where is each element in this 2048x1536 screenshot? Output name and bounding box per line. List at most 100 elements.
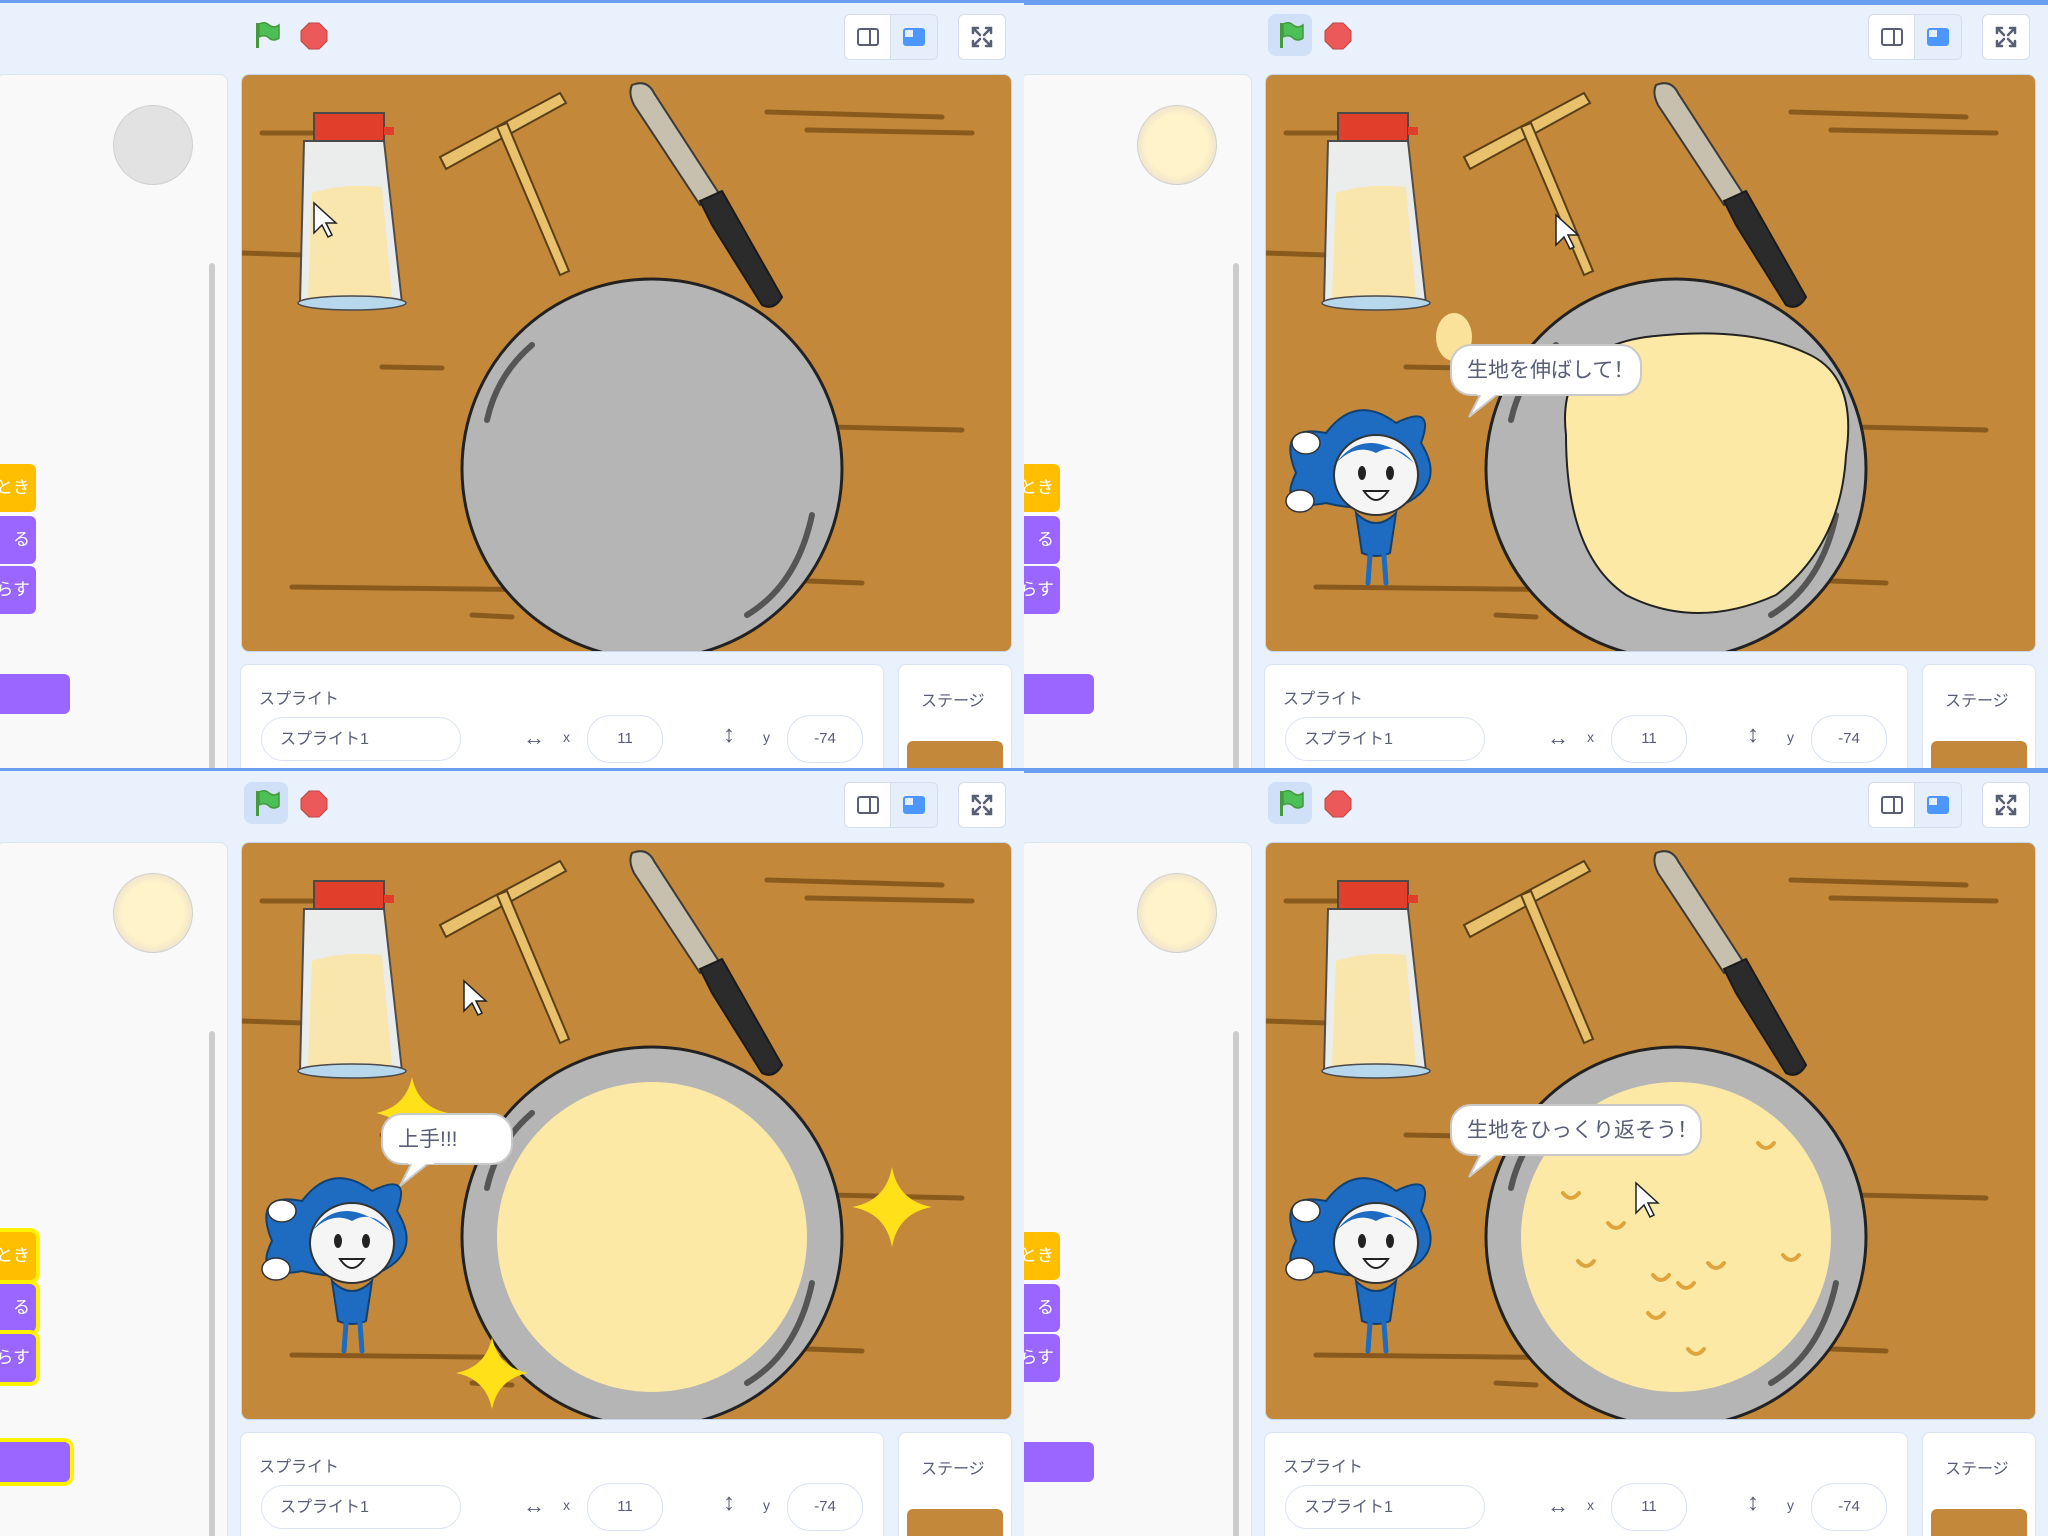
stage-selector-panel[interactable]: ステージ: [898, 664, 1012, 768]
looks-block-3[interactable]: [1024, 1442, 1094, 1482]
stop-icon: [300, 790, 328, 818]
y-position-field[interactable]: -74: [787, 715, 863, 763]
normal-stage-button[interactable]: [890, 14, 938, 60]
looks-block[interactable]: る: [0, 516, 36, 564]
sprite-info-panel: スプライト スプライト1 ↔ x 11 ↕ y -74: [1264, 1432, 1908, 1536]
green-flag-button[interactable]: [1268, 782, 1312, 824]
stage-scene: [242, 75, 1011, 651]
y-label: y: [763, 729, 770, 745]
y-position-field[interactable]: -74: [787, 1483, 863, 1531]
fullscreen-icon: [1995, 794, 2017, 816]
normal-stage-button[interactable]: [1914, 14, 1962, 60]
normal-stage-button[interactable]: [890, 782, 938, 828]
event-block[interactable]: とき: [0, 464, 36, 512]
vertical-arrow-icon: ↕: [1747, 721, 1759, 748]
fullscreen-button[interactable]: [1982, 14, 2030, 60]
green-flag-button[interactable]: [244, 14, 288, 56]
menu-bar-edge: [0, 768, 1024, 771]
costume-thumbnail[interactable]: [1137, 105, 1217, 185]
fullscreen-icon: [971, 794, 993, 816]
code-area-scrollbar[interactable]: [1233, 263, 1239, 768]
looks-block[interactable]: る: [0, 1284, 36, 1332]
green-flag-icon: [1280, 789, 1304, 816]
small-stage-icon: [857, 796, 879, 814]
sprite-name-field[interactable]: スプライト1: [261, 1485, 461, 1529]
wood-grain: [379, 364, 445, 371]
stop-button[interactable]: [1322, 20, 1354, 52]
x-position-field[interactable]: 11: [587, 1483, 663, 1531]
x-position-field[interactable]: 11: [1611, 1483, 1687, 1531]
looks-block-2[interactable]: らす: [1024, 566, 1060, 614]
stage-toolbar: [1260, 8, 2040, 64]
normal-stage-icon: [903, 796, 925, 814]
costume-thumbnail[interactable]: [113, 105, 193, 185]
horizontal-arrow-icon: ↔: [523, 725, 545, 750]
vertical-arrow-icon: ↕: [723, 1489, 735, 1516]
stage-thumbnail[interactable]: [907, 741, 1003, 768]
green-flag-icon: [256, 21, 280, 48]
stage-canvas[interactable]: 生地を伸ばして！: [1265, 74, 2036, 652]
looks-block-3[interactable]: [0, 674, 70, 714]
stop-button[interactable]: [298, 788, 330, 820]
sprite-name-field[interactable]: スプライト1: [1285, 717, 1485, 761]
stage-selector-panel[interactable]: ステージ: [1922, 1432, 2036, 1536]
looks-block-3[interactable]: [0, 1442, 70, 1482]
event-block[interactable]: とき: [1024, 1232, 1060, 1280]
stop-icon: [1324, 22, 1352, 50]
stage-toolbar: [236, 776, 1016, 832]
stop-button[interactable]: [1322, 788, 1354, 820]
stage-canvas[interactable]: 生地をひっくり返そう！: [1265, 842, 2036, 1420]
costume-thumbnail[interactable]: [1137, 873, 1217, 953]
x-position-field[interactable]: 11: [587, 715, 663, 763]
looks-block-2[interactable]: らす: [0, 566, 36, 614]
looks-block[interactable]: る: [1024, 516, 1060, 564]
code-area-scrollbar[interactable]: [1233, 1031, 1239, 1536]
stage-canvas[interactable]: [241, 74, 1012, 652]
x-label: x: [1587, 1497, 1594, 1513]
costume-thumbnail[interactable]: [113, 873, 193, 953]
menu-bar-edge: [0, 0, 1024, 3]
small-stage-button[interactable]: [1868, 782, 1916, 828]
stage-thumbnail[interactable]: [1931, 741, 2027, 768]
small-stage-button[interactable]: [1868, 14, 1916, 60]
looks-block-2[interactable]: らす: [0, 1334, 36, 1382]
looks-block-3[interactable]: [1024, 674, 1094, 714]
stage-thumbnail[interactable]: [907, 1509, 1003, 1536]
fullscreen-button[interactable]: [958, 14, 1006, 60]
sprite-name-field[interactable]: スプライト1: [261, 717, 461, 761]
sprite-label: スプライト: [1283, 1459, 1364, 1476]
event-block[interactable]: とき: [0, 1232, 36, 1280]
code-area-panel: [1024, 842, 1252, 1536]
sprite-label: スプライト: [1283, 691, 1364, 708]
stop-button[interactable]: [298, 20, 330, 52]
sprite-name-field[interactable]: スプライト1: [1285, 1485, 1485, 1529]
normal-stage-icon: [903, 28, 925, 46]
fullscreen-button[interactable]: [1982, 782, 2030, 828]
small-stage-button[interactable]: [844, 14, 892, 60]
looks-block-2[interactable]: らす: [1024, 1334, 1060, 1382]
stage-label: ステージ: [1945, 693, 2009, 710]
stage-thumbnail[interactable]: [1931, 1509, 2027, 1536]
small-stage-button[interactable]: [844, 782, 892, 828]
y-position-field[interactable]: -74: [1811, 1483, 1887, 1531]
green-flag-button[interactable]: [1268, 14, 1312, 56]
event-block[interactable]: とき: [1024, 464, 1060, 512]
normal-stage-icon: [1927, 796, 1949, 814]
sprite-info-panel: スプライト スプライト1 ↔ x 11 ↕ y -74: [240, 1432, 884, 1536]
stage-selector-panel[interactable]: ステージ: [898, 1432, 1012, 1536]
green-flag-button[interactable]: [244, 782, 288, 824]
normal-stage-button[interactable]: [1914, 782, 1962, 828]
wood-grain: [1853, 424, 1989, 433]
looks-block[interactable]: る: [1024, 1284, 1060, 1332]
stage-selector-panel[interactable]: ステージ: [1922, 664, 2036, 768]
x-position-field[interactable]: 11: [1611, 715, 1687, 763]
code-area-scrollbar[interactable]: [209, 263, 215, 768]
small-stage-icon: [1881, 796, 1903, 814]
y-label: y: [1787, 1497, 1794, 1513]
fullscreen-button[interactable]: [958, 782, 1006, 828]
stage-canvas[interactable]: 上手!!!: [241, 842, 1012, 1420]
horizontal-arrow-icon: ↔: [1547, 725, 1569, 750]
frying-pan[interactable]: [460, 277, 844, 651]
y-position-field[interactable]: -74: [1811, 715, 1887, 763]
code-area-scrollbar[interactable]: [209, 1031, 215, 1536]
